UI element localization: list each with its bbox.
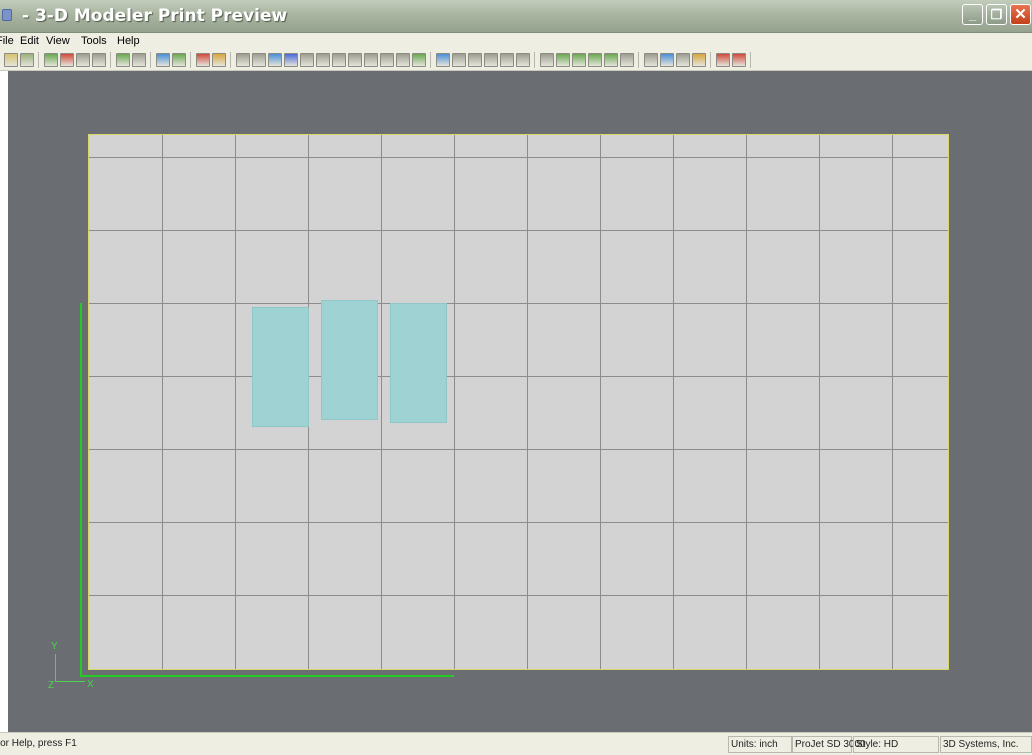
grid-line-vertical — [381, 135, 382, 669]
toolbar-button-icon[interactable] — [692, 53, 706, 67]
grid-line-vertical — [527, 135, 528, 669]
maximize-button[interactable]: ❐ — [986, 4, 1007, 25]
toolbar-button-icon[interactable] — [644, 53, 658, 67]
model-part[interactable] — [252, 307, 309, 427]
toolbar-button-icon[interactable] — [300, 53, 314, 67]
axis-label-y: Y — [51, 641, 58, 652]
toolbar-button-icon[interactable] — [316, 53, 330, 67]
status-style: Style: HD — [853, 736, 939, 753]
window-title: - 3-D Modeler Print Preview — [22, 6, 288, 26]
toolbar-button-icon[interactable] — [172, 53, 186, 67]
toolbar-button-icon[interactable] — [284, 53, 298, 67]
axis-label-x: X — [87, 679, 94, 690]
menu-file[interactable]: File — [0, 34, 14, 48]
model-part[interactable] — [390, 303, 447, 423]
toolbar-button-icon[interactable] — [380, 53, 394, 67]
close-button[interactable]: ✕ — [1010, 4, 1031, 25]
toolbar-button-icon[interactable] — [500, 53, 514, 67]
x-axis-line — [80, 675, 454, 677]
toolbar-button-icon[interactable] — [156, 53, 170, 67]
grid-line-vertical — [162, 135, 163, 669]
menu-bar: File Edit View Tools Help — [0, 33, 1032, 50]
toolbar-button-icon[interactable] — [732, 53, 746, 67]
toolbar-button-icon[interactable] — [116, 53, 130, 67]
preview-canvas[interactable]: Y X Z — [8, 71, 1032, 732]
toolbar-separator — [638, 52, 639, 68]
status-units: Units: inch — [728, 736, 792, 753]
status-printer: ProJet SD 3000 — [792, 736, 866, 753]
toolbar-button-icon[interactable] — [92, 53, 106, 67]
toolbar-button-icon[interactable] — [412, 53, 426, 67]
toolbar-button-icon[interactable] — [436, 53, 450, 67]
status-bar: For Help, press F1 Units: inch ProJet SD… — [0, 732, 1032, 755]
toolbar-button-icon[interactable] — [196, 53, 210, 67]
toolbar-button-icon[interactable] — [484, 53, 498, 67]
toolbar-button-icon[interactable] — [604, 53, 618, 67]
axis-triad-x — [55, 681, 85, 682]
toolbar-separator — [534, 52, 535, 68]
model-part[interactable] — [321, 300, 378, 420]
toolbar-separator — [110, 52, 111, 68]
grid-line-vertical — [600, 135, 601, 669]
toolbar-button-icon[interactable] — [20, 53, 34, 67]
toolbar-button-icon[interactable] — [588, 53, 602, 67]
toolbar-button-icon[interactable] — [516, 53, 530, 67]
toolbar-separator — [230, 52, 231, 68]
toolbar-separator — [430, 52, 431, 68]
toolbar-button-icon[interactable] — [556, 53, 570, 67]
menu-edit[interactable]: Edit — [20, 34, 39, 48]
y-axis-line — [80, 303, 82, 677]
menu-help[interactable]: Help — [117, 34, 140, 48]
toolbar-button-icon[interactable] — [4, 53, 18, 67]
status-help-text: For Help, press F1 — [0, 738, 77, 749]
axis-label-z: Z — [48, 680, 55, 691]
toolbar-button-icon[interactable] — [716, 53, 730, 67]
toolbar-button-icon[interactable] — [676, 53, 690, 67]
toolbar-separator — [38, 52, 39, 68]
axis-triad-y — [55, 654, 56, 682]
toolbar-button-icon[interactable] — [212, 53, 226, 67]
minimize-button[interactable]: _ — [962, 4, 983, 25]
toolbar-button-icon[interactable] — [364, 53, 378, 67]
toolbar-button-icon[interactable] — [468, 53, 482, 67]
toolbar-button-icon[interactable] — [620, 53, 634, 67]
toolbar-button-icon[interactable] — [540, 53, 554, 67]
toolbar-button-icon[interactable] — [268, 53, 282, 67]
toolbar — [0, 50, 1032, 71]
toolbar-button-icon[interactable] — [236, 53, 250, 67]
toolbar-button-icon[interactable] — [252, 53, 266, 67]
menu-view[interactable]: View — [46, 34, 70, 48]
grid-line-vertical — [819, 135, 820, 669]
toolbar-button-icon[interactable] — [572, 53, 586, 67]
toolbar-button-icon[interactable] — [76, 53, 90, 67]
grid-line-vertical — [746, 135, 747, 669]
grid-line-vertical — [892, 135, 893, 669]
status-company: 3D Systems, Inc. — [940, 736, 1032, 753]
toolbar-button-icon[interactable] — [332, 53, 346, 67]
toolbar-button-icon[interactable] — [348, 53, 362, 67]
grid-line-vertical — [673, 135, 674, 669]
build-platform-sheet — [88, 134, 949, 670]
toolbar-button-icon[interactable] — [452, 53, 466, 67]
toolbar-button-icon[interactable] — [660, 53, 674, 67]
title-bar: - 3-D Modeler Print Preview _ ❐ ✕ — [0, 0, 1032, 33]
toolbar-separator — [710, 52, 711, 68]
toolbar-button-icon[interactable] — [132, 53, 146, 67]
toolbar-separator — [150, 52, 151, 68]
toolbar-button-icon[interactable] — [396, 53, 410, 67]
menu-tools[interactable]: Tools — [81, 34, 107, 48]
toolbar-separator — [750, 52, 751, 68]
grid-line-vertical — [235, 135, 236, 669]
grid-line-vertical — [454, 135, 455, 669]
toolbar-separator — [190, 52, 191, 68]
app-icon[interactable] — [2, 9, 12, 21]
toolbar-button-icon[interactable] — [44, 53, 58, 67]
toolbar-button-icon[interactable] — [60, 53, 74, 67]
